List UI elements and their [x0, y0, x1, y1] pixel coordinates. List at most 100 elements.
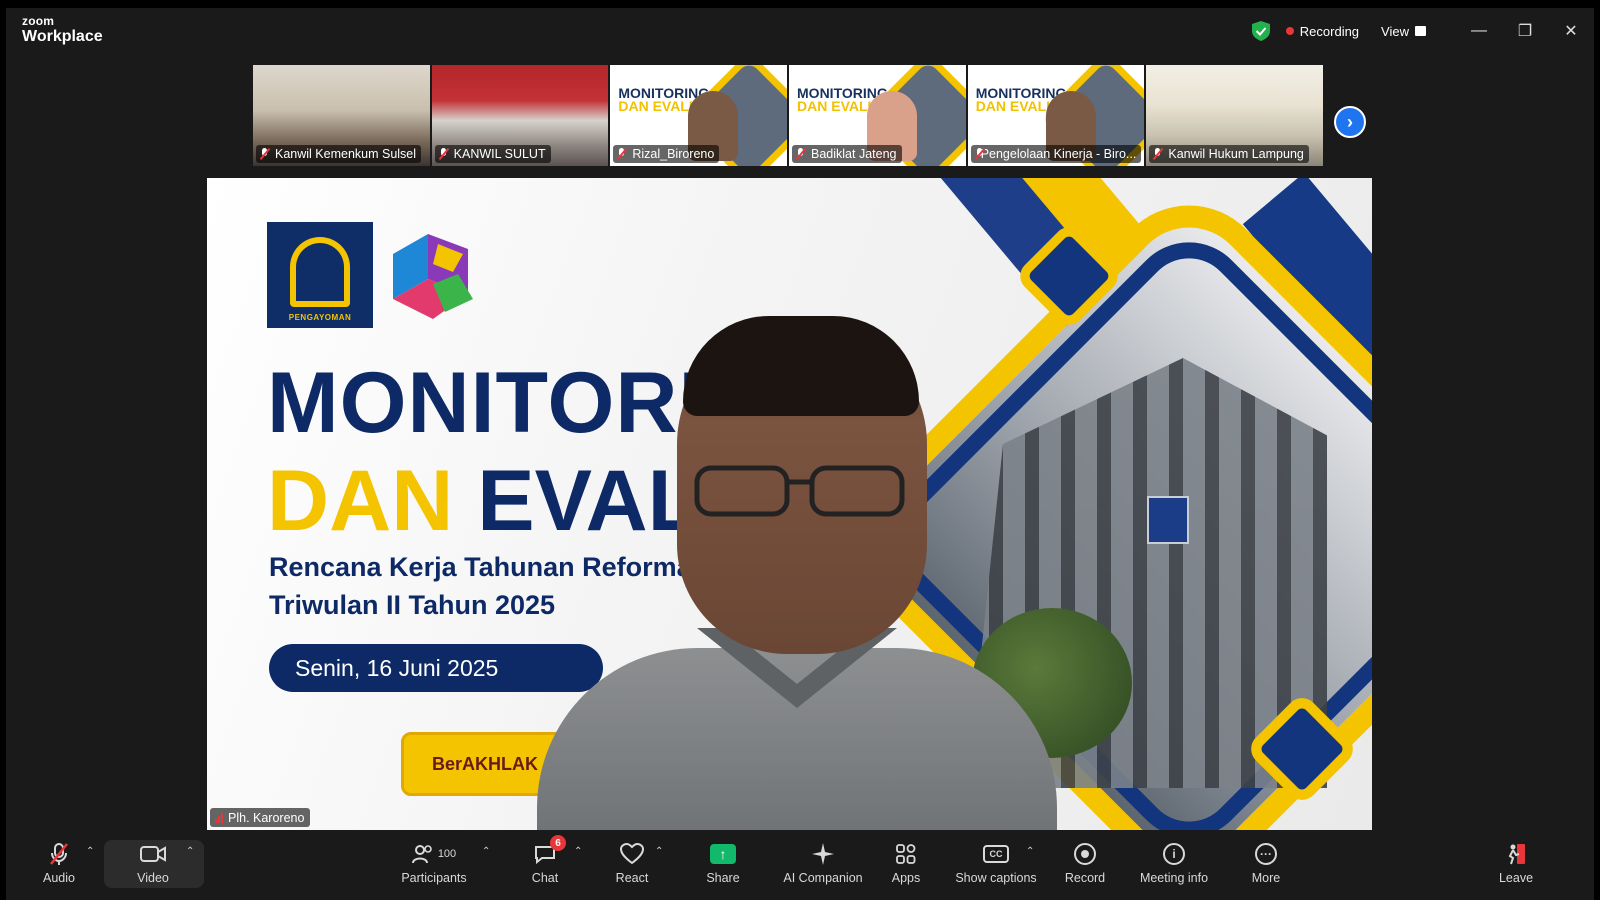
- record-icon: [1074, 839, 1096, 869]
- meeting-info-button[interactable]: i Meeting info: [1136, 832, 1212, 892]
- pengayoman-logo: PENGAYOMAN: [267, 222, 373, 328]
- share-label: Share: [706, 871, 740, 885]
- speaker-name-tag: Plh. Karoreno: [210, 808, 311, 827]
- apps-label: Apps: [891, 871, 921, 885]
- react-caret-icon[interactable]: ⌃: [655, 846, 663, 857]
- encryption-shield-icon[interactable]: [1251, 21, 1270, 41]
- record-button[interactable]: Record: [1062, 832, 1108, 892]
- active-speaker-video[interactable]: PENGAYOMAN MONITORI DAN EVALU Rencana Ke…: [207, 178, 1372, 830]
- view-label: View: [1381, 23, 1409, 39]
- participant-gallery-strip: Kanwil Kemenkum Sulsel KANWIL SULUT MONI…: [253, 65, 1324, 166]
- meeting-toolbar: Audio ⌃ Video ⌃ 100 Participants ⌃ 6 Cha…: [6, 832, 1594, 900]
- participants-label: Participants: [401, 871, 467, 885]
- speaker-glasses: [694, 465, 905, 517]
- speaker-name: Plh. Karoreno: [228, 810, 305, 825]
- participant-name-tag: Badiklat Jateng: [792, 145, 902, 163]
- participants-button[interactable]: 100 Participants: [400, 832, 468, 892]
- participant-name: Badiklat Jateng: [811, 147, 897, 161]
- slide-subtitle: Rencana Kerja Tahunan Reforma Triwulan I…: [269, 548, 692, 624]
- leave-button[interactable]: Leave: [1494, 832, 1538, 892]
- more-dots-icon: ···: [1255, 839, 1277, 869]
- logo-text: PENGAYOMAN: [288, 313, 352, 322]
- speaker-shirt: [537, 648, 1057, 830]
- chat-caret-icon[interactable]: ⌃: [574, 846, 582, 857]
- participants-caret-icon[interactable]: ⌃: [482, 846, 490, 857]
- ai-sparkle-icon: [811, 839, 835, 869]
- brand-bottom: Workplace: [22, 28, 103, 45]
- video-options-caret-icon[interactable]: ⌃: [186, 846, 194, 857]
- title-bar: zoom Workplace Recording View — ❐ ✕: [6, 8, 1594, 54]
- participant-tile[interactable]: Kanwil Hukum Lampung: [1146, 65, 1324, 166]
- react-button[interactable]: React: [610, 832, 654, 892]
- muted-mic-icon: [796, 148, 805, 160]
- video-button[interactable]: Video: [130, 832, 176, 892]
- participant-name: Kanwil Kemenkum Sulsel: [275, 147, 417, 161]
- mic-muted-icon: [48, 839, 70, 869]
- participant-name-tag: Pengelolaan Kinerja - Biro...: [970, 145, 1141, 163]
- video-camera-icon: [139, 839, 167, 869]
- video-label: Video: [137, 871, 169, 885]
- participants-icon: 100: [411, 839, 457, 869]
- building-emblem: [1147, 496, 1189, 544]
- participant-tile[interactable]: KANWIL SULUT: [431, 65, 609, 166]
- next-page-arrow-icon[interactable]: ›: [1334, 106, 1366, 138]
- muted-mic-icon: [260, 148, 269, 160]
- rb-cube-logo-icon: [393, 234, 473, 319]
- slide-date: Senin, 16 Juni 2025: [269, 644, 603, 692]
- show-captions-button[interactable]: CC Show captions: [954, 832, 1038, 892]
- react-label: React: [615, 871, 649, 885]
- audio-options-caret-icon[interactable]: ⌃: [86, 846, 94, 857]
- participant-name-tag: Kanwil Hukum Lampung: [1149, 145, 1309, 163]
- participant-name: KANWIL SULUT: [453, 147, 546, 161]
- more-button[interactable]: ··· More: [1246, 832, 1286, 892]
- participant-name-tag: KANWIL SULUT: [434, 145, 551, 163]
- pengayoman-tree-icon: [290, 237, 350, 307]
- chat-bubble-icon: 6: [534, 835, 566, 869]
- audio-button[interactable]: Audio: [36, 832, 82, 892]
- react-heart-icon: [620, 839, 644, 869]
- audio-label: Audio: [43, 871, 75, 885]
- chat-button[interactable]: 6 Chat: [524, 832, 566, 892]
- apps-button[interactable]: Apps: [886, 832, 926, 892]
- participant-name-tag: Kanwil Kemenkum Sulsel: [256, 145, 422, 163]
- slide-title-line1: MONITORI: [267, 355, 704, 451]
- closed-captions-icon: CC: [983, 839, 1009, 869]
- participants-count: 100: [437, 848, 457, 860]
- leave-label: Leave: [1498, 871, 1534, 885]
- meeting-info-label: Meeting info: [1139, 871, 1209, 885]
- show-captions-label: Show captions: [955, 871, 1037, 885]
- record-label: Record: [1064, 871, 1106, 885]
- close-button[interactable]: ✕: [1548, 8, 1594, 54]
- gallery-view-icon: [1415, 26, 1426, 36]
- slide-subtitle-line1: Rencana Kerja Tahunan Reforma: [269, 552, 692, 582]
- chat-label: Chat: [531, 871, 559, 885]
- slide-title-dan: DAN: [267, 453, 478, 549]
- minimize-button[interactable]: —: [1456, 8, 1502, 54]
- restore-button[interactable]: ❐: [1502, 8, 1548, 54]
- ai-companion-button[interactable]: AI Companion: [780, 832, 866, 892]
- brand-top: zoom: [22, 14, 55, 28]
- app-logo: zoom Workplace: [22, 15, 103, 45]
- participant-tile[interactable]: MONITORING DAN EVALU Rizal_Biroreno: [610, 65, 788, 166]
- zoom-window: zoom Workplace Recording View — ❐ ✕ Kanw…: [6, 8, 1594, 900]
- signal-strength-icon: [215, 812, 223, 823]
- muted-mic-icon: [439, 148, 448, 160]
- view-button[interactable]: View: [1381, 24, 1426, 39]
- leave-exit-icon: [1504, 839, 1528, 869]
- participant-tile[interactable]: Kanwil Kemenkum Sulsel: [253, 65, 430, 166]
- share-button[interactable]: ↑ Share: [700, 832, 746, 892]
- recording-indicator[interactable]: Recording: [1285, 23, 1360, 39]
- participant-name-tag: Rizal_Biroreno: [613, 145, 720, 163]
- participant-name: Rizal_Biroreno: [632, 147, 715, 161]
- apps-grid-icon: [895, 839, 917, 869]
- recording-dot-icon: [1285, 27, 1294, 35]
- participant-name: Kanwil Hukum Lampung: [1168, 147, 1304, 161]
- captions-caret-icon[interactable]: ⌃: [1026, 846, 1034, 857]
- participant-tile[interactable]: MONITORING DAN EVALU Badiklat Jateng: [789, 65, 966, 166]
- muted-mic-icon: [617, 148, 626, 160]
- chat-unread-badge: 6: [550, 835, 566, 851]
- more-label: More: [1251, 871, 1281, 885]
- berakhlak-text: BerAKHLAK: [432, 753, 539, 774]
- recording-label: Recording: [1299, 23, 1360, 39]
- participant-tile[interactable]: MONITORING DAN EVALU Pengelolaan Kinerja …: [967, 65, 1145, 166]
